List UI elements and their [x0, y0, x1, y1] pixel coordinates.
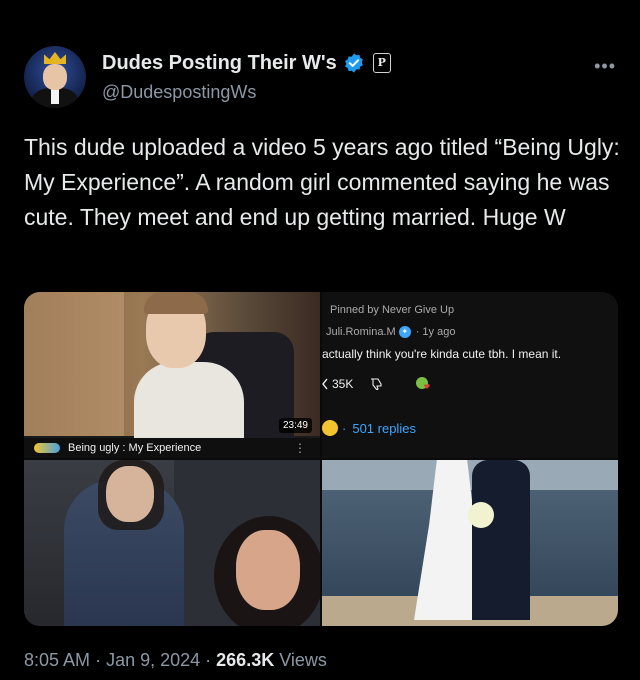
photo-bouquet — [468, 502, 494, 528]
creator-badge-icon: ✦ — [398, 326, 411, 338]
media-wedding-photo[interactable] — [322, 460, 618, 626]
tweet-text: This dude uploaded a video 5 years ago t… — [24, 134, 620, 230]
channel-icon — [34, 443, 60, 453]
separator-dot: · — [95, 650, 107, 670]
comment-text: actually think you're kinda cute tbh. I … — [322, 347, 562, 361]
more-options-icon[interactable]: ••• — [594, 56, 616, 77]
display-name[interactable]: Dudes Posting Their W's — [102, 52, 337, 75]
thumbs-down-icon[interactable] — [369, 378, 383, 390]
replies-row[interactable]: · 501 replies — [322, 420, 416, 436]
pinned-label: Pinned by Never Give Up — [330, 304, 455, 316]
verified-badge-icon — [344, 53, 363, 73]
photo-groom — [472, 460, 530, 620]
comment-age: · 1y ago — [415, 326, 456, 338]
creator-heart-icon — [416, 377, 431, 389]
avatar-face — [43, 64, 67, 90]
crown-icon — [44, 52, 66, 64]
video-info-bar: Being ugly : My Experience ⋮ — [24, 438, 320, 458]
comment-user-row: Juli.Romina.M ✦ · 1y ago — [326, 326, 455, 338]
affiliate-badge-icon[interactable]: P — [372, 53, 391, 73]
media-video-thumbnail[interactable]: 23:49 Being ugly : My Experience ⋮ — [24, 292, 320, 458]
media-couple-photo[interactable] — [24, 460, 320, 626]
tweet-date: Jan 9, 2024 — [106, 650, 201, 670]
tweet-time: 8:05 AM — [24, 650, 91, 670]
vertical-dots-icon[interactable]: ⋮ — [294, 441, 306, 455]
avatar-shirt — [51, 88, 59, 104]
video-title[interactable]: Being ugly : My Experience — [68, 442, 201, 454]
views-count: 266.3K — [216, 650, 275, 670]
reply-avatar — [322, 420, 338, 436]
thumb-person-hair — [144, 292, 208, 314]
tweet-timestamp[interactable]: 8:05 AM · Jan 9, 2024 · 266.3K Views — [24, 650, 327, 671]
media-grid[interactable]: 23:49 Being ugly : My Experience ⋮ Pinne… — [24, 292, 618, 626]
thumbs-up-icon[interactable] — [322, 378, 328, 390]
tweet-header: Dudes Posting Their W's P @DudespostingW… — [24, 46, 624, 110]
name-row: Dudes Posting Their W's P — [102, 50, 391, 76]
avatar[interactable] — [24, 46, 86, 108]
thumb-person-body — [134, 362, 244, 442]
views-label: Views — [279, 650, 327, 670]
comment-actions: 35K — [322, 376, 433, 392]
replies-link[interactable]: 501 replies — [352, 421, 416, 436]
video-thumbnail-image — [24, 292, 320, 442]
separator-dot: · — [205, 650, 217, 670]
comment-username[interactable]: Juli.Romina.M — [326, 326, 396, 338]
comment-likes: 35K — [332, 377, 354, 391]
photo-person-1-face — [106, 466, 154, 522]
handle[interactable]: @DudespostingWs — [102, 82, 256, 103]
media-comment-screenshot[interactable]: Pinned by Never Give Up Juli.Romina.M ✦ … — [322, 292, 618, 458]
thumb-wall — [24, 292, 124, 436]
video-duration: 23:49 — [278, 418, 312, 433]
replies-dot: · — [342, 420, 347, 436]
photo-person-2-face — [236, 530, 300, 610]
